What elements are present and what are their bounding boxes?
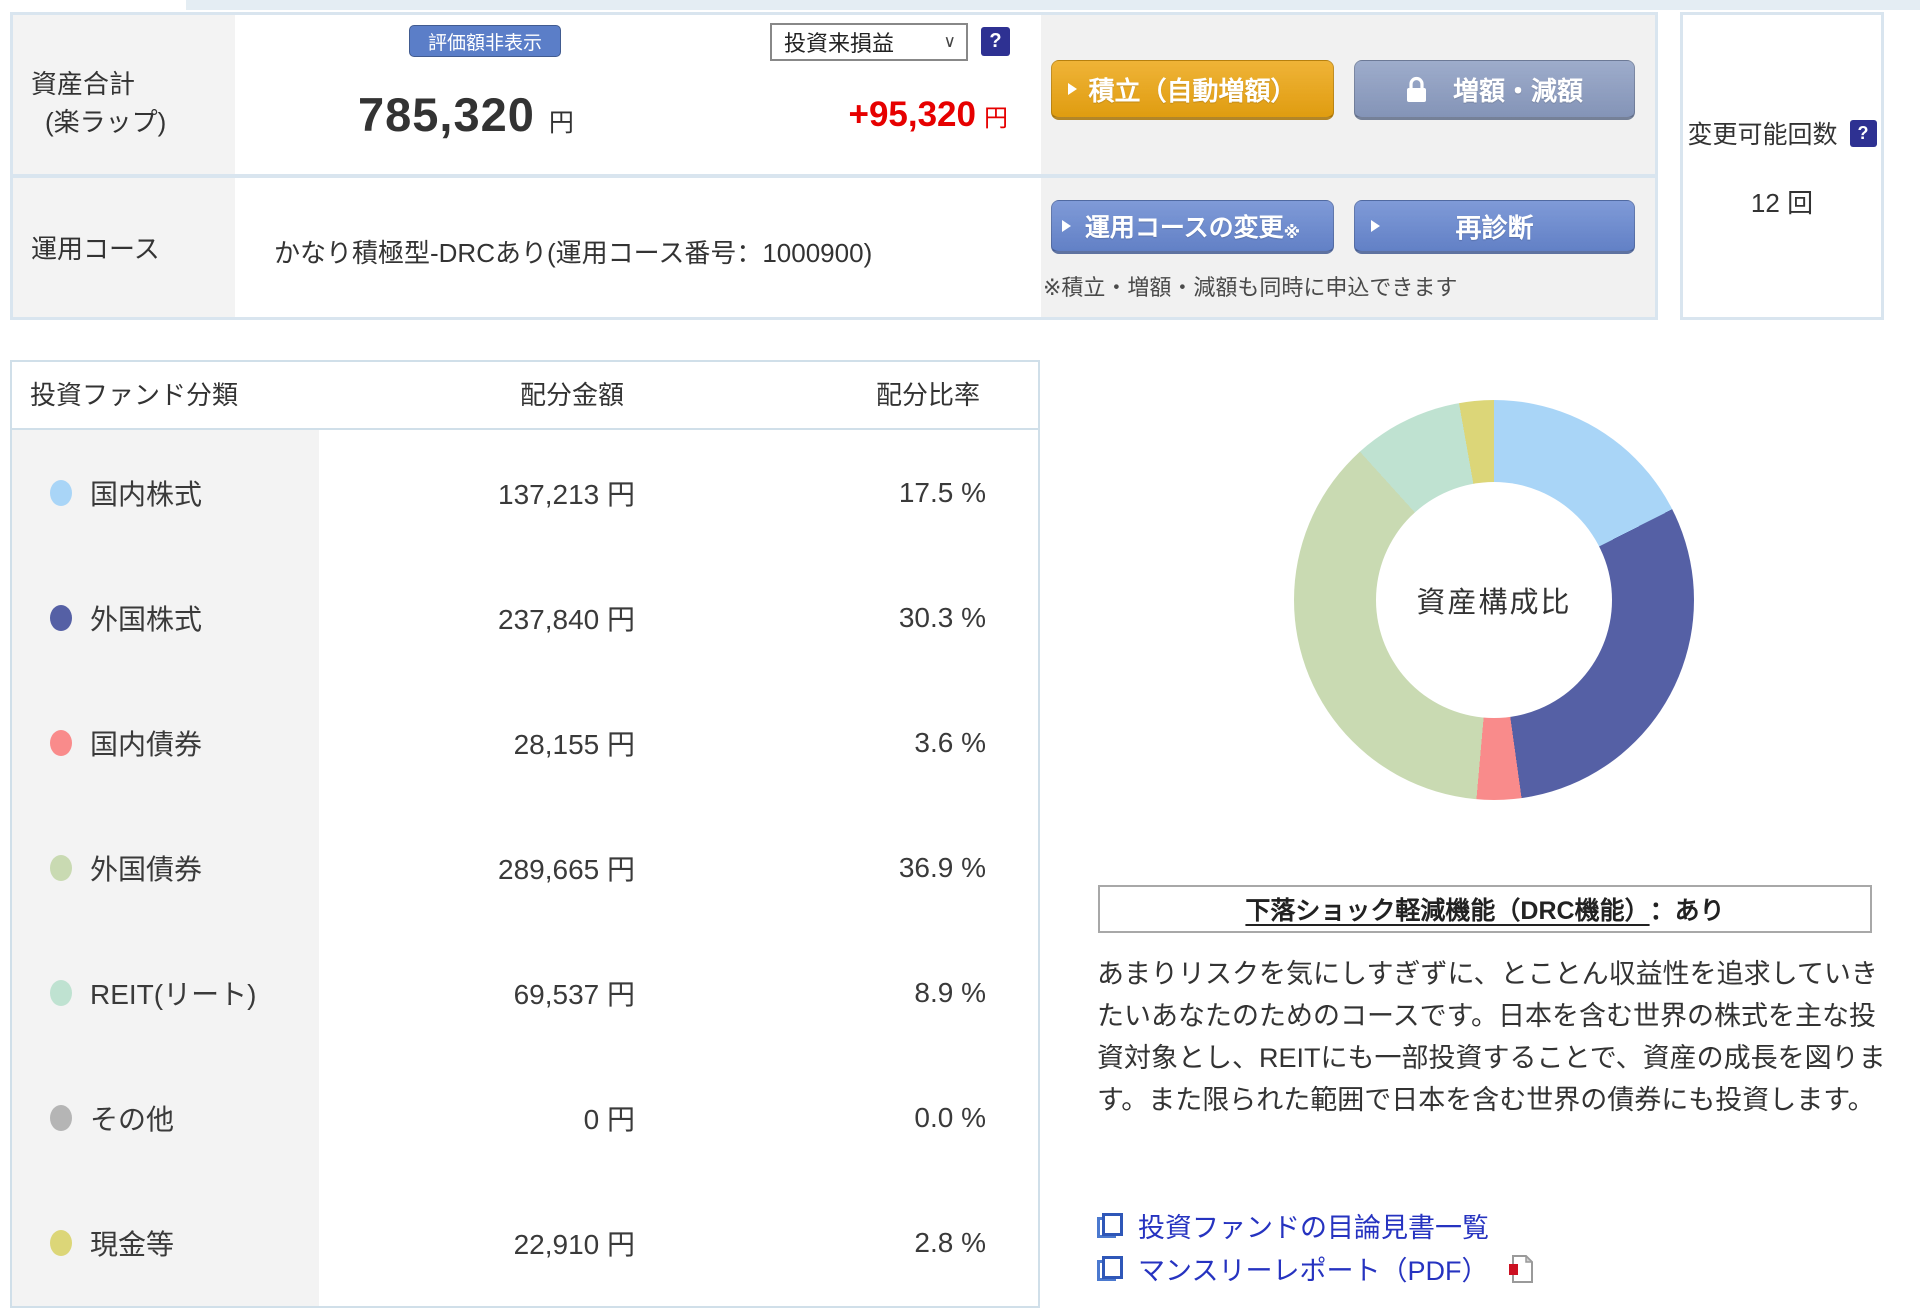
window-icon [1097, 1213, 1124, 1238]
column-header-amount: 配分金額 [519, 380, 624, 410]
asset-total-label-line1: 資産合計 [31, 69, 136, 99]
table-row: その他 0 円 0.0 % [12, 1056, 1038, 1181]
course-name-text: かなり積極型-DRCあり(運用コース番号：1000900) [274, 238, 873, 268]
allocation-amount: 28,155 円 [513, 728, 635, 760]
allocation-amount: 69,537 円 [513, 979, 635, 1011]
allocation-amount: 137,213 円 [498, 478, 635, 510]
asset-total-label: 資産合計 (楽ラップ) [13, 15, 235, 174]
asset-class-dot-icon [50, 604, 72, 631]
allocation-ratio: 8.9 % [914, 977, 986, 1009]
rakuten-wrap-dashboard: 資産合計 (楽ラップ) 運用コース 評価額非表示 785,320 円 投資来損益 … [0, 0, 1920, 1316]
table-row: 外国株式 237,840 円 30.3 % [12, 555, 1038, 680]
profit-loss-select[interactable]: 投資来損益 ∨ [770, 23, 968, 61]
profit-loss-unit: 円 [984, 105, 1008, 132]
asset-class-name: 外国債券 [90, 853, 203, 885]
total-asset-amount: 785,320 円 [358, 87, 574, 142]
allocation-amount: 289,665 円 [498, 853, 635, 885]
drc-feature-box: 下落ショック軽減機能（DRC機能） ：あり [1098, 885, 1872, 933]
table-row: 国内株式 137,213 円 17.5 % [12, 430, 1038, 555]
arrow-right-icon [1062, 220, 1071, 232]
asset-class-label: その他 [12, 1098, 319, 1138]
asset-class-dot-icon [50, 854, 72, 881]
monthly-report-link[interactable]: マンスリーレポート（PDF） [1138, 1249, 1488, 1288]
drc-feature-title: 下落ショック軽減機能（DRC機能） [1245, 897, 1650, 925]
asset-total-label-line2: (楽ラップ) [45, 107, 167, 137]
course-row-label: 運用コース [13, 178, 235, 317]
asset-class-label: 現金等 [12, 1223, 319, 1263]
table-row: 外国債券 289,665 円 36.9 % [12, 805, 1038, 930]
total-asset-value: 785,320 [358, 88, 535, 141]
allocation-amount: 0 円 [583, 1104, 635, 1136]
chart-center-label: 資産構成比 [1376, 482, 1612, 718]
fund-allocation-table: 投資ファンド分類 配分金額 配分比率 国内株式 137,213 円 17.5 % 外国… [10, 360, 1040, 1308]
lock-icon [1406, 76, 1427, 103]
asset-class-name: 外国株式 [90, 603, 203, 635]
change-count-panel: 変更可能回数 ? 12 回 [1680, 12, 1884, 320]
course-change-note-mark: ※ [1283, 223, 1301, 242]
asset-class-dot-icon [50, 980, 72, 1007]
asset-class-dot-icon [50, 479, 72, 506]
allocation-amount: 22,910 円 [513, 1229, 635, 1261]
pdf-icon [1508, 1254, 1534, 1283]
table-row: REIT(リート) 69,537 円 8.9 % [12, 931, 1038, 1056]
allocation-amount: 237,840 円 [498, 603, 635, 635]
table-row: 国内債券 28,155 円 3.6 % [12, 680, 1038, 805]
change-count-label: 変更可能回数 [1687, 121, 1838, 149]
allocation-ratio: 3.6 % [914, 726, 986, 758]
asset-class-dot-icon [50, 1105, 72, 1132]
allocation-ratio: 2.8 % [914, 1227, 986, 1259]
asset-class-name: 国内株式 [90, 478, 203, 510]
chevron-down-icon: ∨ [943, 32, 956, 51]
asset-class-label: 国内債券 [12, 723, 319, 763]
summary-panel: 資産合計 (楽ラップ) 運用コース 評価額非表示 785,320 円 投資来損益 … [10, 12, 1658, 320]
total-asset-unit: 円 [548, 109, 574, 137]
asset-class-label: 国内株式 [12, 473, 319, 513]
profit-loss-value: +95,320 [848, 95, 977, 134]
document-links: 投資ファンドの目論見書一覧 マンスリーレポート（PDF） [1097, 1204, 1534, 1290]
rediagnosis-button[interactable]: 再診断 [1354, 200, 1635, 254]
asset-class-dot-icon [50, 729, 72, 756]
arrow-right-icon [1068, 83, 1077, 95]
window-icon [1097, 1256, 1124, 1281]
simultaneous-application-note: ※積立・増額・減額も同時に申込できます [1043, 275, 1458, 300]
prospectus-link-row: 投資ファンドの目論見書一覧 [1097, 1204, 1533, 1247]
profit-loss-select-value: 投資来損益 [784, 31, 895, 56]
course-description: あまりリスクを気にしすぎずに、とことん収益性を追求していきたいあなたのためのコー… [1097, 959, 1886, 1115]
allocation-ratio: 17.5 % [898, 476, 986, 508]
table-body: 国内株式 137,213 円 17.5 % 外国株式 237,840 円 30.3 % 国内… [12, 430, 1038, 1306]
hide-valuation-button[interactable]: 評価額非表示 [409, 25, 561, 57]
asset-class-name: その他 [90, 1104, 175, 1136]
asset-class-label: REIT(リート) [12, 973, 319, 1013]
column-header-ratio: 配分比率 [875, 380, 980, 410]
asset-composition-chart: 資産構成比 [1294, 400, 1694, 800]
arrow-right-icon [1371, 220, 1380, 232]
table-row: 現金等 22,910 円 2.8 % [12, 1181, 1038, 1306]
asset-class-name: 国内債券 [90, 728, 203, 760]
asset-class-label: 外国株式 [12, 598, 319, 638]
drc-feature-status: ：あり [1649, 897, 1725, 925]
asset-class-name: REIT(リート) [90, 979, 257, 1011]
course-change-button[interactable]: 運用コースの変更 ※ [1051, 200, 1334, 254]
summary-row-divider [13, 174, 1655, 178]
top-strip [186, 0, 1920, 10]
asset-class-dot-icon [50, 1230, 72, 1257]
column-header-fund-class: 投資ファンド分類 [30, 380, 239, 410]
help-icon[interactable]: ? [1849, 119, 1877, 147]
profit-loss-amount: +95,320 円 [728, 95, 1009, 135]
help-icon[interactable]: ? [981, 27, 1010, 56]
allocation-ratio: 30.3 % [898, 601, 986, 633]
asset-class-name: 現金等 [90, 1229, 175, 1261]
asset-class-label: 外国債券 [12, 848, 319, 888]
prospectus-link[interactable]: 投資ファンドの目論見書一覧 [1138, 1206, 1489, 1245]
allocation-ratio: 0.0 % [914, 1102, 986, 1134]
allocation-ratio: 36.9 % [898, 851, 986, 883]
monthly-report-link-row: マンスリーレポート（PDF） [1097, 1247, 1534, 1290]
reserve-auto-increase-button[interactable]: 積立（自動増額） [1051, 60, 1334, 120]
increase-decrease-button[interactable]: 増額・減額 [1354, 60, 1635, 120]
table-header: 投資ファンド分類 配分金額 配分比率 [12, 362, 1038, 430]
change-count-value: 12 回 [1750, 188, 1814, 218]
